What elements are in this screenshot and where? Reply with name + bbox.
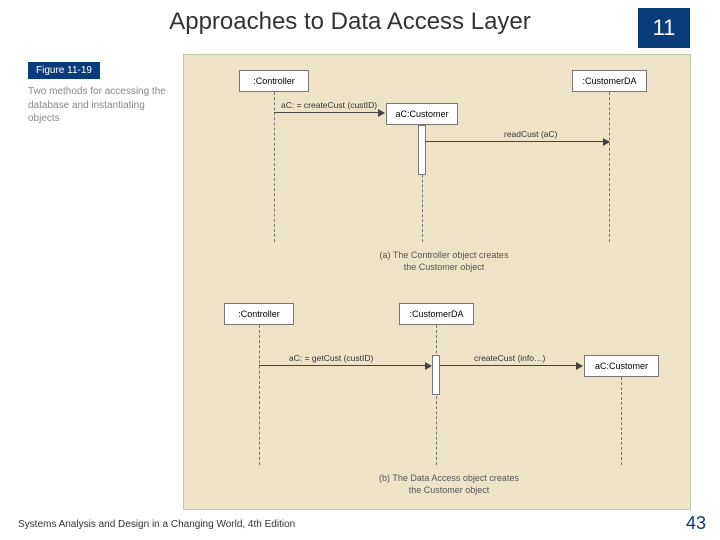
lifeline-controller-b: :Controller [224, 303, 294, 325]
lifeline-customerda-a: :CustomerDA [572, 70, 647, 92]
figure-number-tag: Figure 11-19 [28, 62, 100, 79]
lifeline-controller-a: :Controller [239, 70, 309, 92]
chapter-badge: 11 [638, 8, 690, 48]
activation-bar [418, 125, 426, 175]
diagram-caption-b: (b) The Data Access object creates the C… [359, 473, 539, 496]
diagram-caption-a: (a) The Controller object creates the Cu… [359, 250, 529, 273]
message-arrow [274, 112, 384, 113]
title-row: Approaches to Data Access Layer 11 [0, 8, 720, 48]
message-arrow [259, 365, 431, 366]
message-label-create-cust-b: createCust (info…) [474, 353, 545, 363]
dashed-lifeline [259, 325, 260, 465]
figure-label-box: Figure 11-19 Two methods for accessing t… [28, 60, 173, 126]
activation-bar [432, 355, 440, 395]
lifeline-customer-b: aC:Customer [584, 355, 659, 377]
dashed-lifeline [609, 92, 610, 242]
lifeline-customer-a: aC:Customer [386, 103, 458, 125]
lifeline-customerda-b: :CustomerDA [399, 303, 474, 325]
message-label-get-cust: aC: = getCust (custID) [289, 353, 373, 363]
footer-book-title: Systems Analysis and Design in a Changin… [18, 519, 295, 530]
slide-title: Approaches to Data Access Layer [80, 8, 620, 36]
dashed-lifeline [274, 92, 275, 242]
message-arrow [426, 141, 609, 142]
message-label-read-cust: readCust (aC) [504, 129, 557, 139]
sequence-diagram-canvas: :Controller aC:Customer :CustomerDA aC: … [183, 54, 691, 510]
message-arrow [440, 365, 582, 366]
figure-caption: Two methods for accessing the database a… [28, 85, 173, 126]
dashed-lifeline [436, 325, 437, 465]
message-label-create-cust-a: aC: = createCust (custID) [281, 100, 377, 110]
footer-slide-number: 43 [686, 513, 706, 534]
dashed-lifeline [621, 377, 622, 465]
